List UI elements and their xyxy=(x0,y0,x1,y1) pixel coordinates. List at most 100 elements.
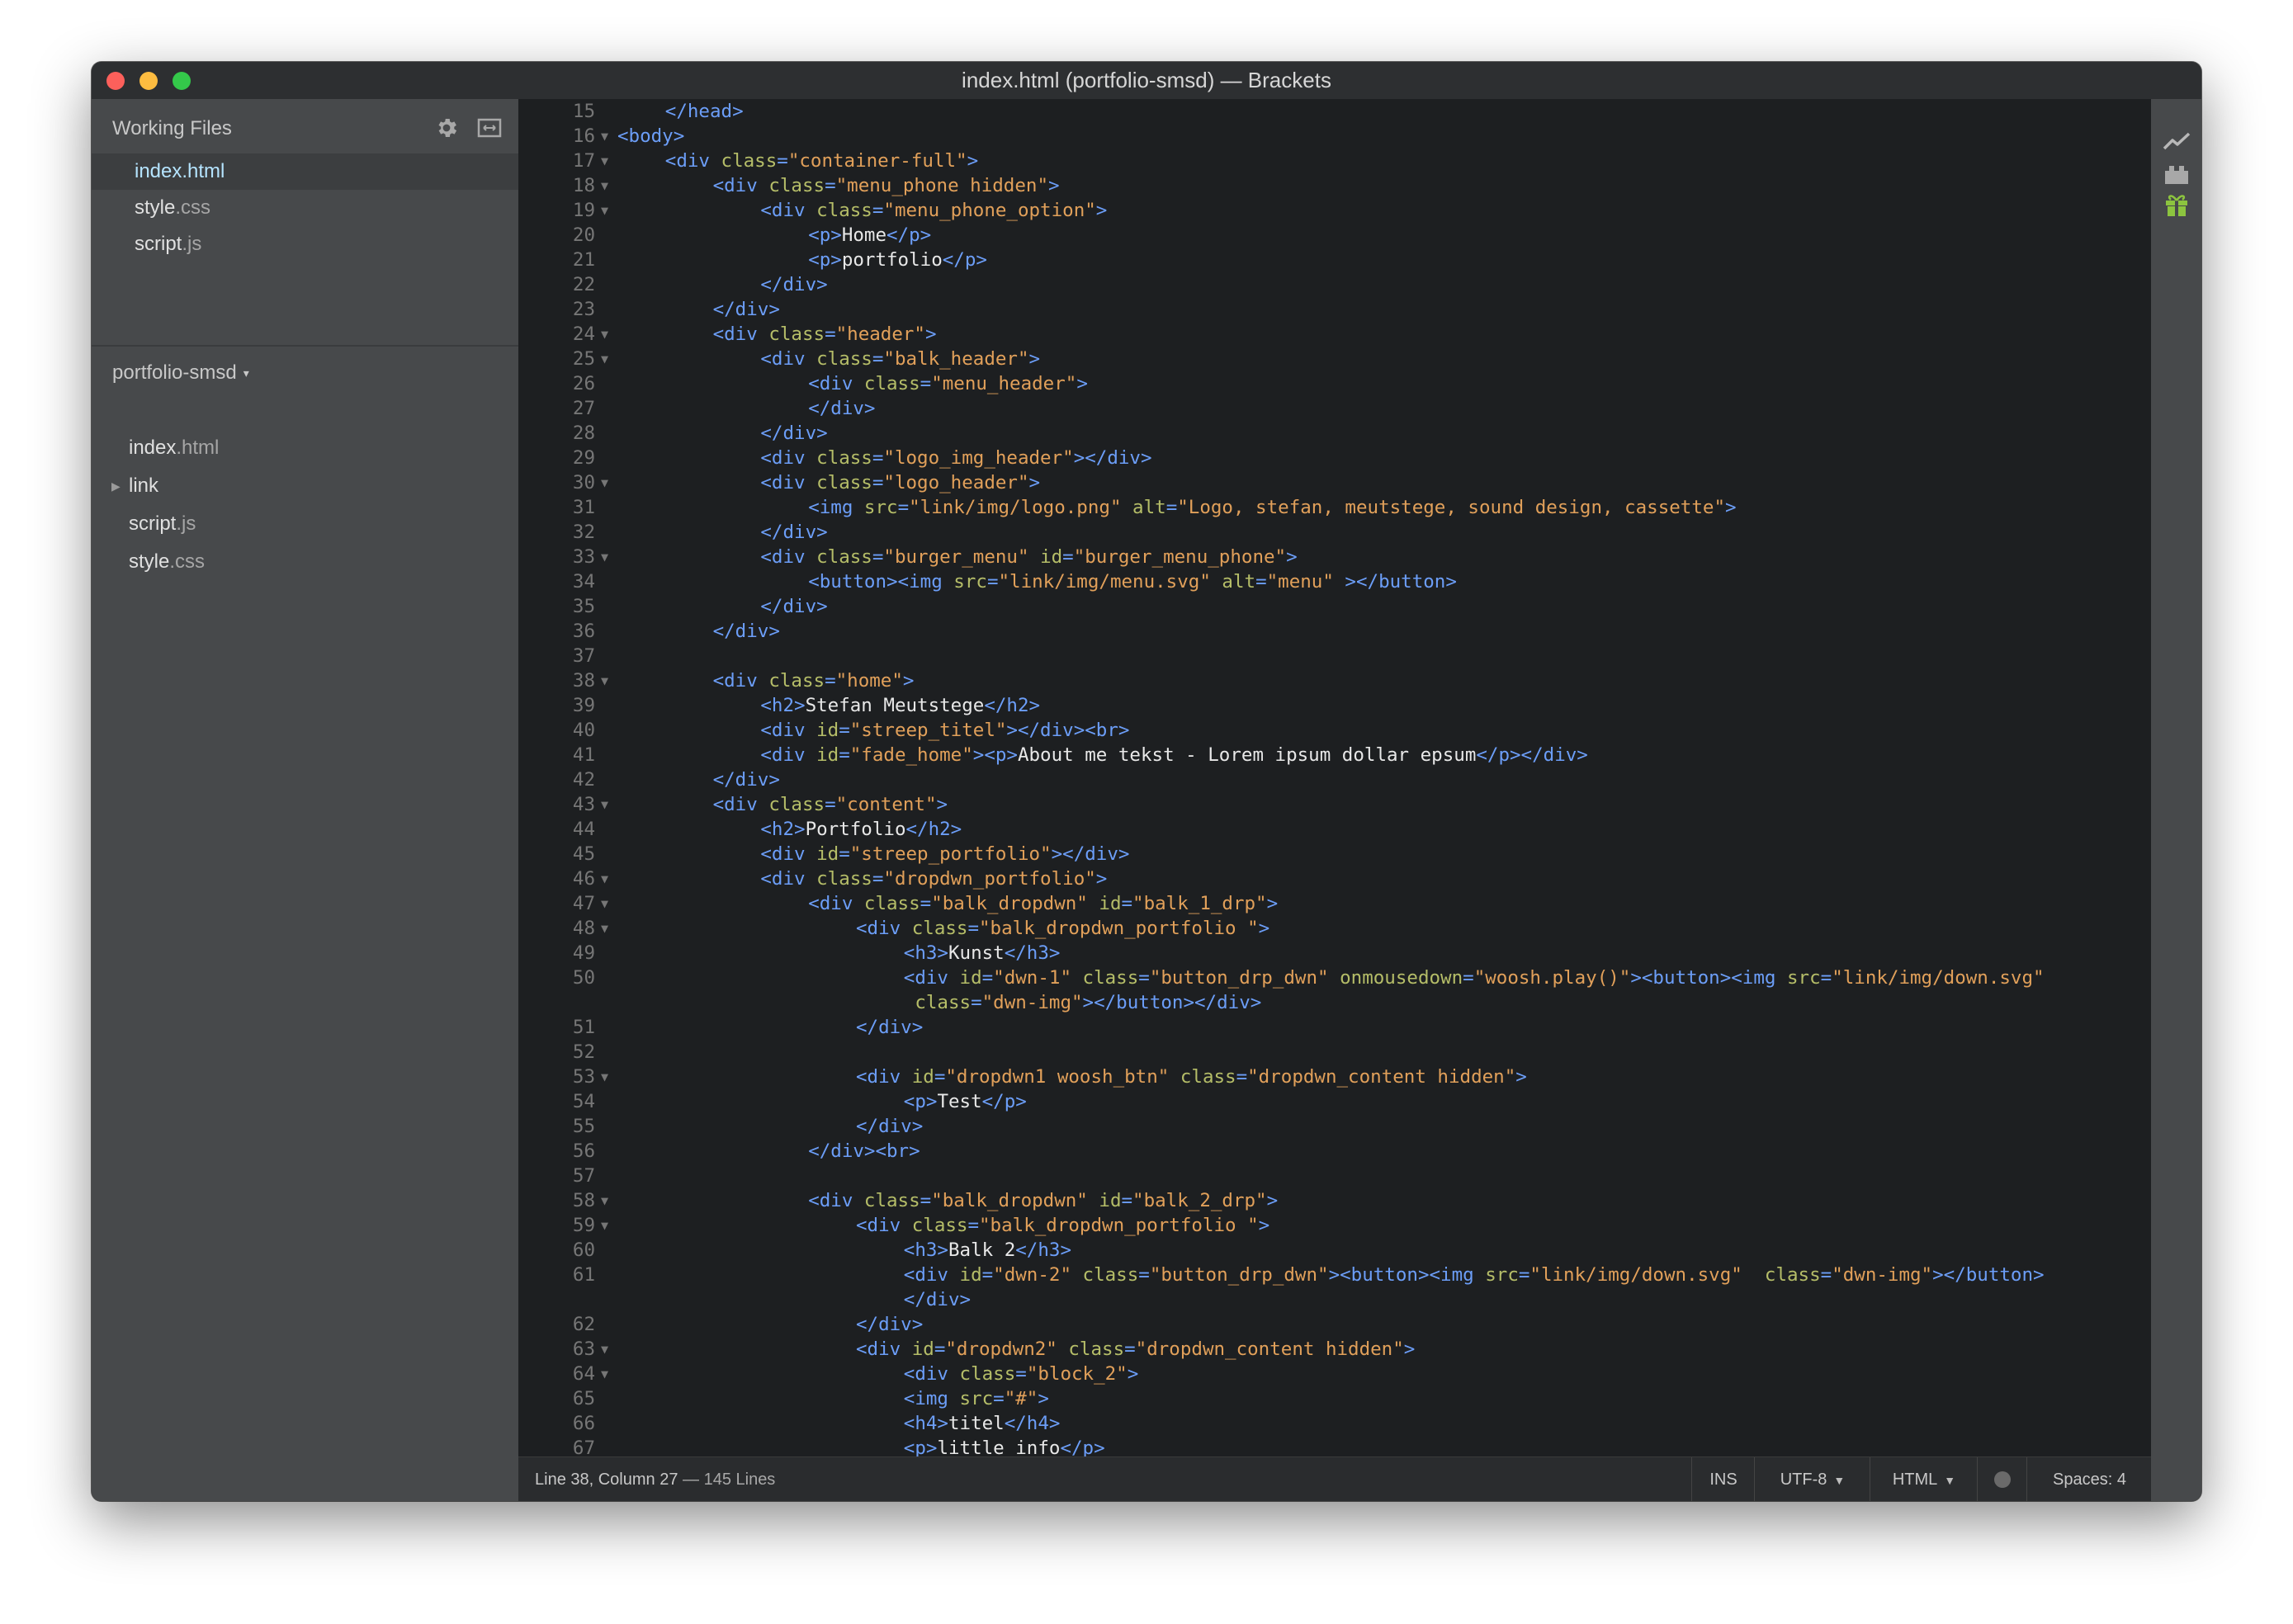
tree-item-index-html[interactable]: index.html xyxy=(92,429,518,467)
code-text: <div class="logo_img_header"></div> xyxy=(760,446,1151,470)
split-view-icon[interactable] xyxy=(477,117,502,139)
code-token: "balk_dropdwn_portfolio " xyxy=(979,1215,1259,1236)
live-preview-icon[interactable] xyxy=(2163,130,2191,158)
project-dropdown[interactable]: portfolio-smsd ▾ xyxy=(112,361,249,385)
code-text: </div> xyxy=(713,297,780,322)
code-token: "balk_dropdwn" xyxy=(931,1190,1088,1211)
code-token: = xyxy=(967,1215,980,1236)
code-token: class xyxy=(721,150,778,172)
code-token: <h3> xyxy=(903,1239,948,1261)
code-token: <button><img xyxy=(808,571,954,592)
fold-arrow-icon[interactable]: ▼ xyxy=(601,347,608,371)
working-file-style-css[interactable]: style.css xyxy=(92,190,518,226)
fold-arrow-icon[interactable]: ▼ xyxy=(601,198,608,223)
fold-arrow-icon[interactable]: ▼ xyxy=(601,891,608,916)
working-file-index-html[interactable]: index.html xyxy=(92,153,518,190)
extension-manager-icon[interactable] xyxy=(2163,162,2191,191)
working-file-script-js[interactable]: script.js xyxy=(92,226,518,262)
code-token: <div xyxy=(760,720,817,741)
file-name: script xyxy=(135,233,182,255)
code-token: <div xyxy=(808,893,864,914)
code-token: > xyxy=(967,150,979,172)
code-editor[interactable]: 15 </head> 16 ▼ <body> 17 ▼ <div class="contain… xyxy=(518,99,2151,1456)
file-ext: .html xyxy=(176,437,220,459)
code-token: ><button><img xyxy=(1630,967,1787,989)
code-token: <div xyxy=(760,200,817,221)
file-name: style xyxy=(129,550,170,573)
code-token: = xyxy=(825,670,836,692)
fold-arrow-icon[interactable]: ▼ xyxy=(601,1188,608,1213)
code-token: = xyxy=(777,150,788,172)
fold-arrow-icon[interactable]: ▼ xyxy=(601,916,608,941)
code-token: <div xyxy=(760,744,817,766)
insert-mode-toggle[interactable]: INS xyxy=(1691,1457,1755,1501)
code-token: "balk_2_drp" xyxy=(1132,1190,1267,1211)
fold-arrow-icon[interactable]: ▼ xyxy=(601,1065,608,1089)
code-text: <div class="balk_dropdwn" id="balk_2_drp… xyxy=(808,1188,1278,1213)
line-number: 16 xyxy=(572,125,595,147)
file-name: index xyxy=(135,160,182,182)
gift-icon[interactable] xyxy=(2163,191,2191,222)
code-text: </div> xyxy=(856,1015,923,1040)
code-token: "link/img/menu.svg" xyxy=(998,571,1211,592)
code-text: <div class="menu_header"> xyxy=(808,371,1088,396)
language-dropdown[interactable]: HTML ▼ xyxy=(1870,1457,1978,1501)
fold-arrow-icon[interactable]: ▼ xyxy=(601,792,608,817)
code-token: class xyxy=(816,200,872,221)
line-number: 62 xyxy=(572,1314,595,1335)
code-text: <div class="menu_phone hidden"> xyxy=(713,173,1060,198)
code-text: <div class="block_2"> xyxy=(904,1362,1138,1386)
fold-arrow-icon[interactable]: ▼ xyxy=(601,1337,608,1362)
line-number: 45 xyxy=(572,843,595,865)
encoding-dropdown[interactable]: UTF-8 ▼ xyxy=(1754,1457,1870,1501)
code-text: </div><br> xyxy=(808,1139,920,1164)
code-token: id xyxy=(911,1066,934,1088)
code-text: <button><img src="link/img/menu.svg" alt… xyxy=(808,569,1457,594)
code-token: src xyxy=(863,497,898,518)
code-token: </p> xyxy=(981,1091,1027,1112)
lint-status[interactable] xyxy=(1977,1457,2027,1501)
code-text: <div class="menu_phone_option"> xyxy=(760,198,1107,223)
fold-arrow-icon[interactable]: ▼ xyxy=(601,668,608,693)
fold-arrow-icon[interactable]: ▼ xyxy=(601,124,608,149)
code-token: </div> xyxy=(712,299,780,320)
line-number: 63 xyxy=(572,1338,595,1360)
indentation-toggle[interactable]: Spaces: 4 xyxy=(2026,1457,2152,1501)
code-token: = xyxy=(981,1264,994,1286)
tree-item-script-js[interactable]: script.js xyxy=(92,505,518,543)
spaces-text: Spaces: 4 xyxy=(2053,1471,2126,1489)
code-token: = xyxy=(1015,1363,1027,1385)
fold-arrow-icon[interactable]: ▼ xyxy=(601,322,608,347)
folder-collapsed-arrow-icon[interactable]: ▶ xyxy=(111,467,121,505)
code-token: "#" xyxy=(1004,1388,1038,1409)
cursor-position[interactable]: Line 38, Column 27 — 145 Lines xyxy=(535,1457,775,1501)
code-text: <p>portfolio</p> xyxy=(808,248,987,272)
tree-folder-link[interactable]: ▶ link xyxy=(92,467,518,505)
fold-arrow-icon[interactable]: ▼ xyxy=(601,866,608,891)
line-number: 57 xyxy=(572,1165,595,1187)
fold-arrow-icon[interactable]: ▼ xyxy=(601,149,608,173)
code-token: = xyxy=(825,175,836,196)
gear-icon[interactable] xyxy=(434,116,459,140)
code-token: = xyxy=(1138,1264,1150,1286)
fold-arrow-icon[interactable]: ▼ xyxy=(601,1213,608,1238)
code-token: </head> xyxy=(664,101,744,122)
code-text: </div> xyxy=(713,767,780,792)
fold-arrow-icon[interactable]: ▼ xyxy=(601,173,608,198)
code-token: <div xyxy=(856,1215,912,1236)
fold-arrow-icon[interactable]: ▼ xyxy=(601,545,608,569)
fold-arrow-icon[interactable]: ▼ xyxy=(601,470,608,495)
line-number: 24 xyxy=(572,323,595,345)
code-token: = xyxy=(934,1066,946,1088)
code-token: > xyxy=(1095,200,1108,221)
code-token: <body> xyxy=(617,125,685,147)
code-token: "woosh.play()" xyxy=(1473,967,1631,989)
code-token: "balk_dropdwn" xyxy=(931,893,1088,914)
fold-arrow-icon[interactable]: ▼ xyxy=(601,1362,608,1386)
code-token: portfolio xyxy=(841,249,943,271)
code-text: <div id="streep_portfolio"></div> xyxy=(760,842,1129,866)
tree-item-style-css[interactable]: style.css xyxy=(92,543,518,581)
code-token: class xyxy=(911,1215,968,1236)
